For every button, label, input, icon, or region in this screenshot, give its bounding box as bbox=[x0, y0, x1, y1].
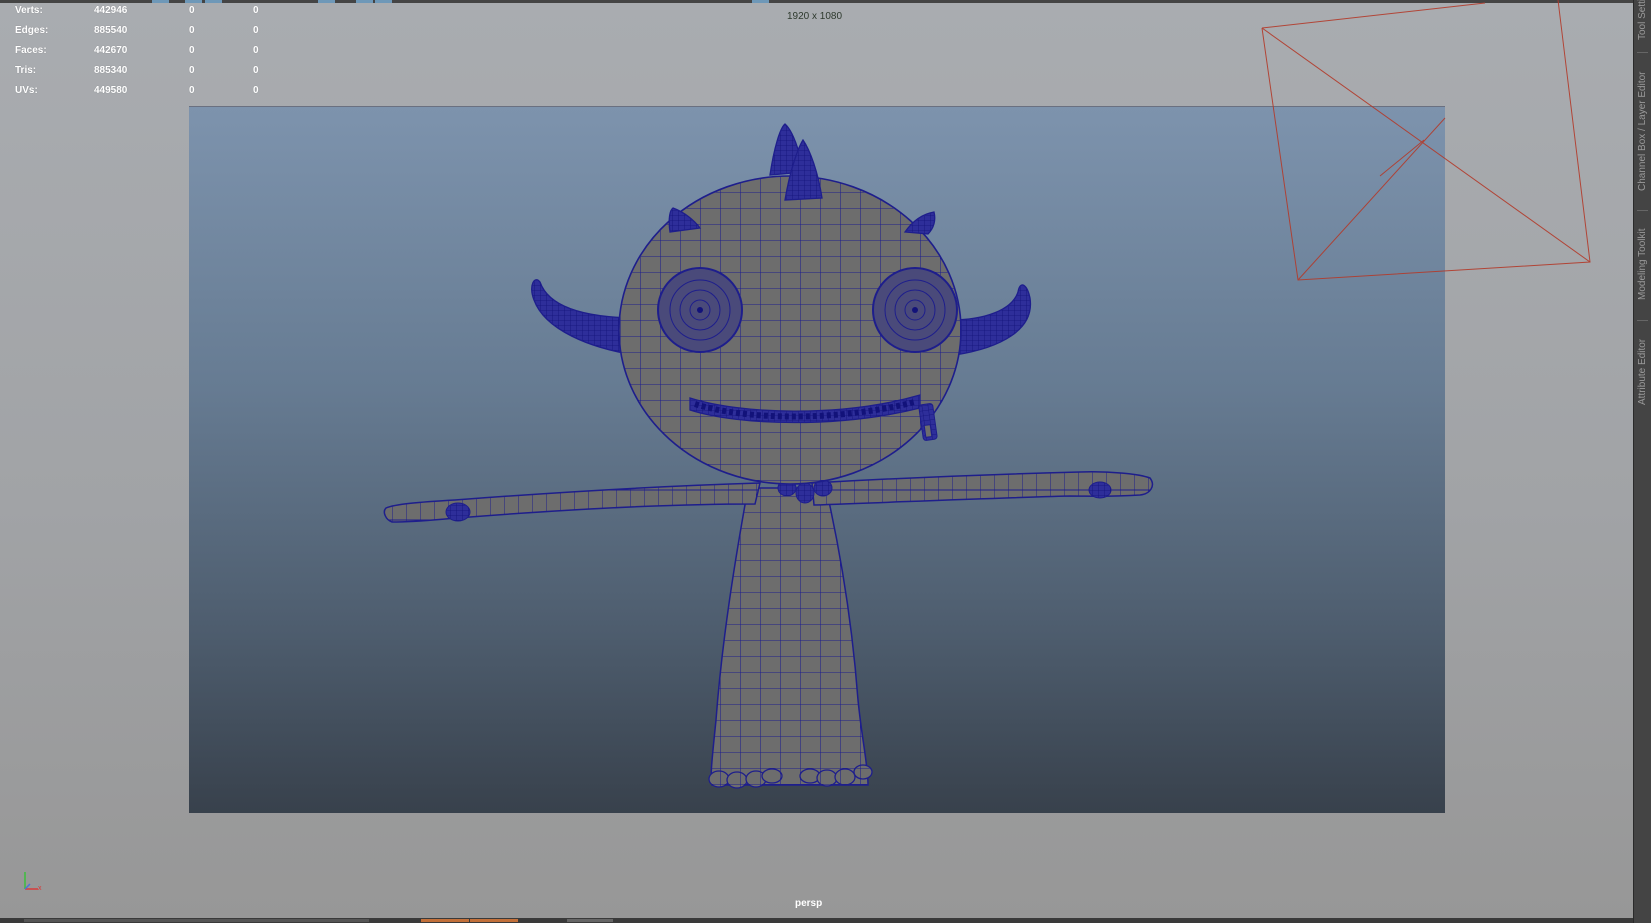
tab-modeling-toolkit[interactable]: Modeling Toolkit bbox=[1635, 218, 1651, 310]
character-mesh[interactable] bbox=[383, 123, 1154, 789]
hud-component: 0 bbox=[253, 25, 259, 36]
tab-attribute-editor[interactable]: Attribute Editor bbox=[1635, 328, 1651, 416]
tab-separator bbox=[1637, 320, 1648, 321]
xyz-axis-icon: x bbox=[24, 872, 42, 892]
tab-separator bbox=[1637, 52, 1648, 53]
side-tab-panel: Tool Settings Channel Box / Layer Editor… bbox=[1633, 0, 1651, 923]
hud-row-verts: Verts: 442946 0 0 bbox=[15, 4, 275, 24]
hud-selected: 0 bbox=[189, 85, 195, 96]
bottom-strip-item[interactable] bbox=[567, 919, 613, 922]
camera-gizmo[interactable] bbox=[1261, 0, 1591, 281]
bottom-strip-item[interactable] bbox=[24, 919, 369, 922]
hud-selected: 0 bbox=[189, 5, 195, 16]
left-arm bbox=[383, 482, 761, 523]
hud-row-uvs: UVs: 449580 0 0 bbox=[15, 84, 275, 104]
hud-label: Verts: bbox=[15, 5, 43, 16]
tab-separator bbox=[1637, 210, 1648, 211]
scene-canvas: x bbox=[24, 0, 1591, 892]
tab-channel-box-layer-editor[interactable]: Channel Box / Layer Editor bbox=[1635, 60, 1651, 202]
svg-text:x: x bbox=[38, 885, 42, 892]
poly-count-hud: Verts: 442946 0 0 Edges: 885540 0 0 Face… bbox=[15, 4, 275, 104]
hud-component: 0 bbox=[253, 85, 259, 96]
hud-selected: 0 bbox=[189, 25, 195, 36]
resolution-label: 1920 x 1080 bbox=[787, 11, 843, 22]
hud-total: 442946 bbox=[94, 5, 128, 16]
bottom-strip-item[interactable] bbox=[421, 919, 469, 922]
hud-row-tris: Tris: 885340 0 0 bbox=[15, 64, 275, 84]
left-eye bbox=[657, 267, 743, 353]
bottom-status-strip bbox=[0, 918, 1633, 923]
right-horn bbox=[949, 284, 1032, 356]
hud-total: 449580 bbox=[94, 85, 128, 96]
hud-total: 885540 bbox=[94, 25, 128, 36]
hud-label: Tris: bbox=[15, 65, 37, 76]
hud-selected: 0 bbox=[189, 45, 195, 56]
bottom-strip-item[interactable] bbox=[470, 919, 518, 922]
tab-tool-settings[interactable]: Tool Settings bbox=[1635, 0, 1651, 40]
hud-component: 0 bbox=[253, 45, 259, 56]
hud-label: Edges: bbox=[15, 25, 49, 36]
hud-selected: 0 bbox=[189, 65, 195, 76]
camera-name-label: persp bbox=[795, 898, 823, 909]
hud-label: Faces: bbox=[15, 45, 47, 56]
hud-total: 442670 bbox=[94, 45, 128, 56]
hud-total: 885340 bbox=[94, 65, 128, 76]
persp-viewport[interactable]: x Verts: 442946 0 0 Edges: 885540 0 0 Fa… bbox=[0, 0, 1633, 918]
hud-component: 0 bbox=[253, 65, 259, 76]
hud-row-faces: Faces: 442670 0 0 bbox=[15, 44, 275, 64]
maya-app: x Verts: 442946 0 0 Edges: 885540 0 0 Fa… bbox=[0, 0, 1651, 923]
right-eye bbox=[872, 267, 958, 353]
torso-mesh bbox=[710, 487, 869, 786]
hud-label: UVs: bbox=[15, 85, 38, 96]
hud-row-edges: Edges: 885540 0 0 bbox=[15, 24, 275, 44]
hud-component: 0 bbox=[253, 5, 259, 16]
